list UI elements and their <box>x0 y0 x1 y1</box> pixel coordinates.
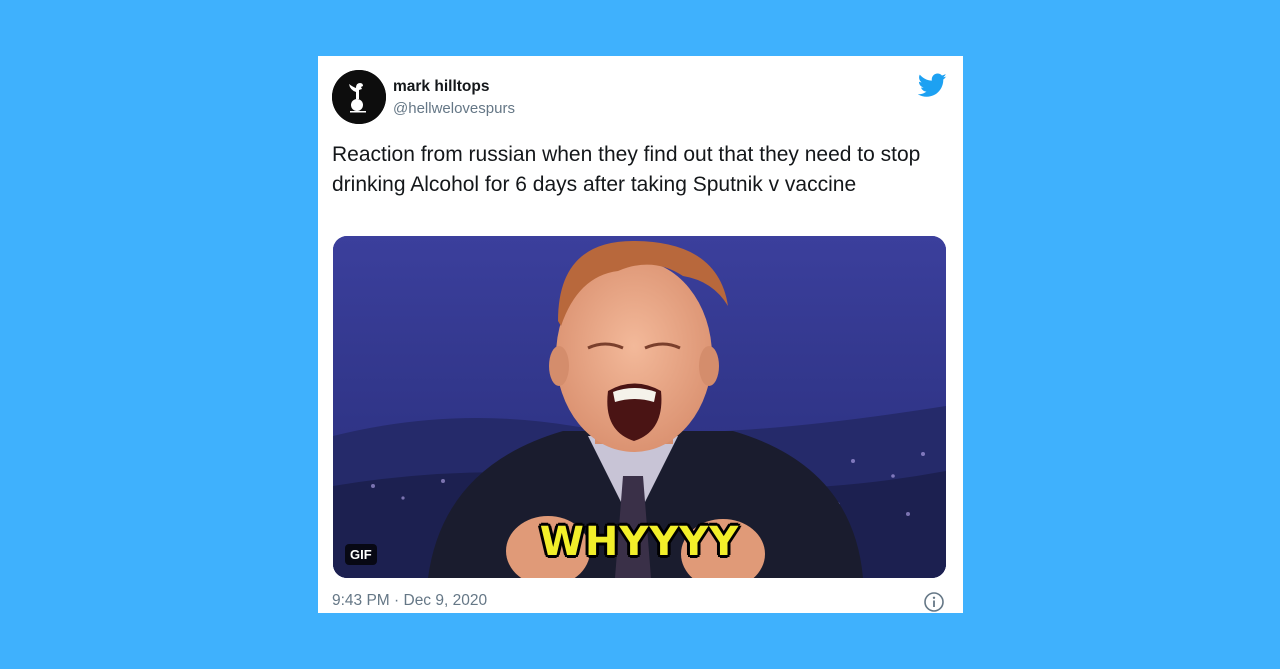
info-icon[interactable] <box>923 591 945 613</box>
user-handle[interactable]: @hellwelovespurs <box>393 100 515 117</box>
gif-badge: GIF <box>345 544 377 565</box>
display-name[interactable]: mark hilltops <box>393 78 489 96</box>
tweet-media-gif[interactable]: WHYYYY GIF <box>333 236 946 578</box>
tweet-card: mark hilltops @hellwelovespurs Reaction … <box>318 56 963 613</box>
gif-caption: WHYYYY <box>539 519 740 565</box>
avatar[interactable] <box>332 70 386 124</box>
tweet-text: Reaction from russian when they find out… <box>332 143 921 196</box>
tweet-timestamp[interactable]: 9:43 PM · Dec 9, 2020 <box>332 592 487 610</box>
twitter-bird-icon[interactable] <box>918 73 947 98</box>
cockerel-crest-logo <box>332 70 386 124</box>
